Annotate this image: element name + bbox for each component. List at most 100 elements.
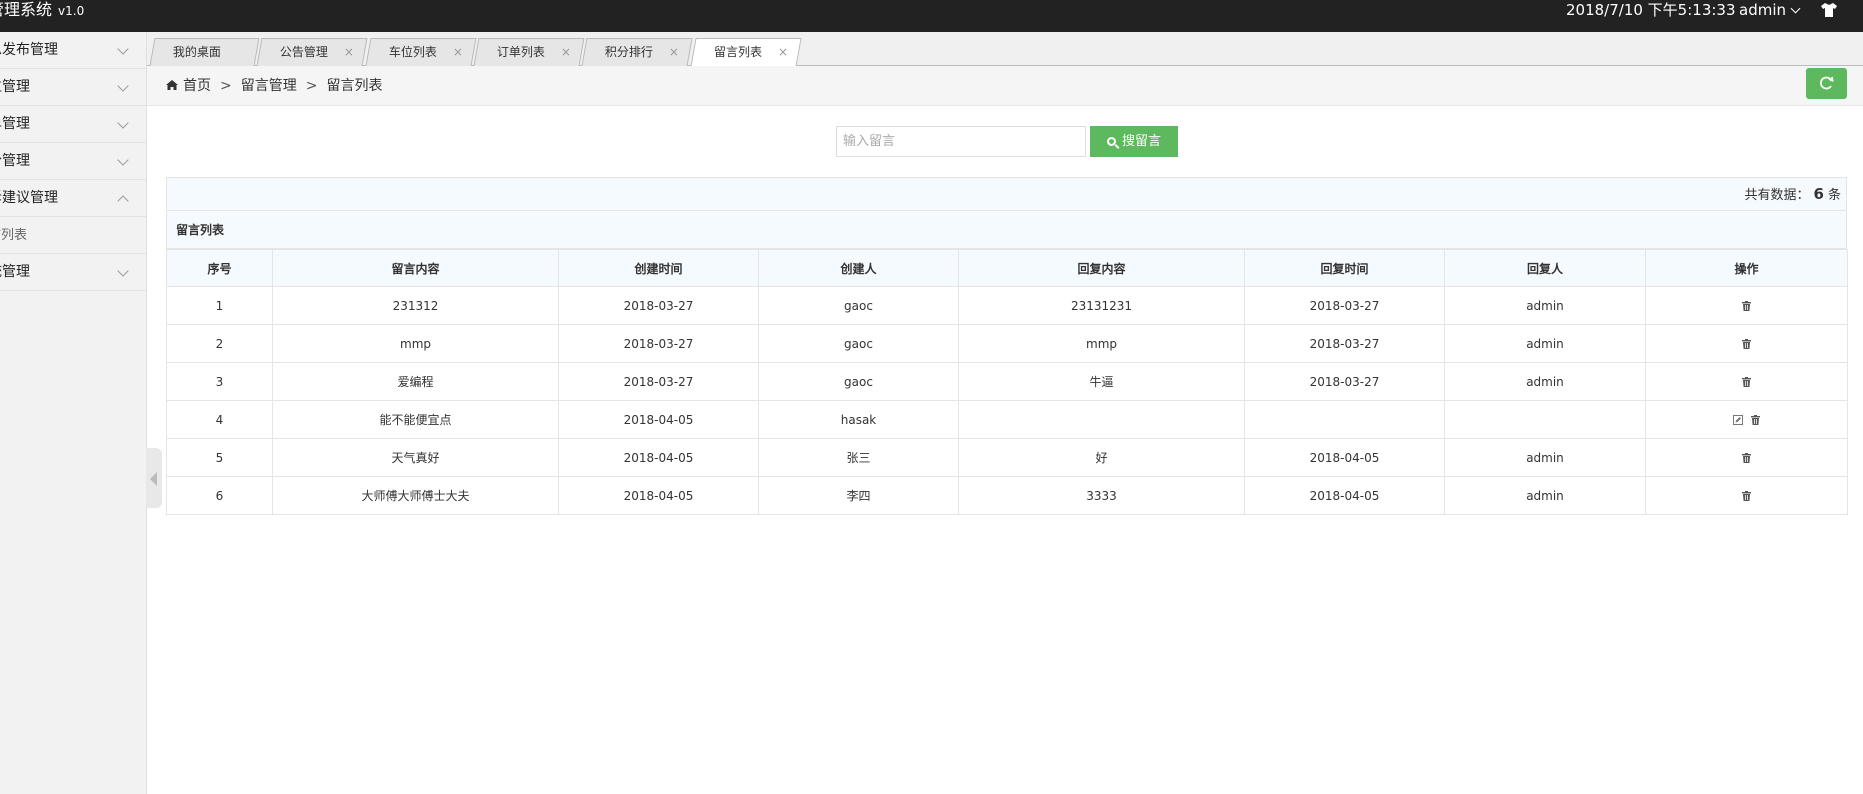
- cell-content: mmp: [272, 324, 559, 363]
- cell-id: 5: [166, 438, 273, 477]
- count-suffix: 条: [1827, 188, 1841, 203]
- trash-icon[interactable]: [1751, 415, 1760, 425]
- cell-reply-time: 2018-03-27: [1244, 286, 1445, 325]
- sidebar-item-label: 位管理: [0, 79, 30, 95]
- cell-reply: 好: [958, 438, 1245, 477]
- breadcrumb: 首页 > 留言管理 > 留言列表: [166, 66, 382, 106]
- tab-parking-list[interactable]: 车位列表 ×: [365, 38, 477, 66]
- cell-creator: 张三: [758, 438, 959, 477]
- chevron-down-icon: [117, 265, 129, 277]
- chevron-up-icon: [117, 195, 129, 207]
- sidebar-item-info-publish[interactable]: 息发布管理: [0, 32, 146, 69]
- sidebar-item-label: 诉建议管理: [0, 190, 58, 206]
- cell-content: 231312: [272, 286, 559, 325]
- breadcrumb-home[interactable]: 首页: [183, 78, 211, 94]
- tab-notice[interactable]: 公告管理 ×: [256, 38, 368, 66]
- tab-message-list[interactable]: 留言列表 ×: [690, 38, 802, 67]
- user-menu[interactable]: admin: [1739, 0, 1801, 20]
- tshirt-icon[interactable]: [1820, 2, 1838, 18]
- sidebar-item-parking[interactable]: 位管理: [0, 69, 146, 106]
- sidebar-item-complaints[interactable]: 诉建议管理: [0, 180, 146, 217]
- col-header: 操作: [1645, 249, 1848, 287]
- close-icon[interactable]: ×: [561, 39, 571, 66]
- col-header: 留言内容: [272, 249, 559, 287]
- close-icon[interactable]: ×: [344, 39, 354, 66]
- cell-reply-time: [1244, 400, 1445, 439]
- sidebar-item-system[interactable]: 统管理: [0, 254, 146, 291]
- app-logo[interactable]: 管理系统 v1.0: [0, 0, 84, 21]
- sidebar-item-label: 单管理: [0, 116, 30, 132]
- search-button-label: 搜留言: [1121, 134, 1161, 149]
- app-title: 管理系统: [0, 0, 53, 19]
- table-row: 2 mmp 2018-03-27 gaoc mmp 2018-03-27 admin: [166, 324, 1848, 363]
- sidebar-item-label: 统管理: [0, 264, 30, 280]
- cell-created: 2018-03-27: [558, 362, 759, 401]
- sidebar-subitem-message-list[interactable]: 言列表: [0, 217, 146, 254]
- cell-id: 4: [166, 400, 273, 439]
- count-bar: 共有数据： 6 条: [166, 177, 1847, 211]
- sidebar-item-label: 息发布管理: [0, 42, 58, 58]
- sidebar-item-orders[interactable]: 单管理: [0, 106, 146, 143]
- col-header: 回复内容: [958, 249, 1245, 287]
- trash-icon[interactable]: [1742, 491, 1751, 501]
- chevron-down-icon: [117, 43, 129, 55]
- breadcrumb-bar: 首页 > 留言管理 > 留言列表: [147, 66, 1863, 106]
- col-header: 序号: [166, 249, 273, 287]
- close-icon[interactable]: ×: [669, 39, 679, 66]
- count-value: 6: [1813, 185, 1824, 203]
- tab-order-list[interactable]: 订单列表 ×: [473, 38, 585, 66]
- trash-icon[interactable]: [1742, 453, 1751, 463]
- table-row: 5 天气真好 2018-04-05 张三好 2018-04-05 admin: [166, 438, 1848, 477]
- breadcrumb-separator: >: [220, 78, 232, 94]
- refresh-button[interactable]: [1806, 68, 1847, 99]
- tab-points-rank[interactable]: 积分排行 ×: [581, 38, 693, 66]
- datetime-display: 2018/7/10 下午5:13:33: [1566, 1, 1736, 19]
- search-button[interactable]: 搜留言: [1090, 126, 1178, 157]
- breadcrumb-level1[interactable]: 留言管理: [241, 78, 297, 94]
- cell-created: 2018-03-27: [558, 324, 759, 363]
- cell-created: 2018-03-27: [558, 286, 759, 325]
- col-header: 回复时间: [1244, 249, 1445, 287]
- sidebar-collapse-handle[interactable]: [146, 448, 162, 508]
- table-row: 6 大师傅大师傅士大夫 2018-04-05 李四 3333 2018-04-05 admi…: [166, 476, 1848, 515]
- chevron-down-icon: [1790, 3, 1801, 14]
- tab-desktop[interactable]: 我的桌面: [149, 38, 260, 66]
- cell-reply: [958, 400, 1245, 439]
- cell-actions: [1645, 476, 1848, 515]
- close-icon[interactable]: ×: [778, 39, 788, 66]
- cell-created: 2018-04-05: [558, 438, 759, 477]
- trash-icon[interactable]: [1742, 339, 1751, 349]
- chevron-down-icon: [117, 154, 129, 166]
- cell-actions: [1645, 286, 1848, 325]
- cell-actions: [1645, 324, 1848, 363]
- table-row: 4 能不能便宜点 2018-04-05 hasak: [166, 400, 1848, 439]
- cell-content: 爱编程: [272, 362, 559, 401]
- chevron-down-icon: [117, 80, 129, 92]
- cell-reply: 牛逼: [958, 362, 1245, 401]
- cell-content: 能不能便宜点: [272, 400, 559, 439]
- trash-icon[interactable]: [1742, 377, 1751, 387]
- record-count: 共有数据： 6 条: [1745, 178, 1841, 212]
- table-row: 3 爱编程 2018-03-27 gaoc 牛逼 2018-03-27 admin: [166, 362, 1848, 401]
- table-header-row: 序号 留言内容 创建时间 创建人 回复内容 回复时间 回复人 操作: [166, 249, 1848, 287]
- sidebar-item-points[interactable]: 分管理: [0, 143, 146, 180]
- cell-reply-time: 2018-03-27: [1244, 362, 1445, 401]
- cell-reply: mmp: [958, 324, 1245, 363]
- cell-id: 3: [166, 362, 273, 401]
- cell-reply-time: 2018-04-05: [1244, 438, 1445, 477]
- cell-actions: [1645, 400, 1848, 439]
- trash-icon[interactable]: [1742, 301, 1751, 311]
- cell-creator: gaoc: [758, 324, 959, 363]
- search-input[interactable]: [836, 126, 1086, 157]
- sidebar-item-label: 分管理: [0, 153, 30, 169]
- search-icon: [1106, 137, 1116, 146]
- cell-replier: admin: [1444, 286, 1646, 325]
- table-row: 1 231312 2018-03-27 gaoc 23131231 2018-03-27 a…: [166, 286, 1848, 325]
- edit-icon[interactable]: [1733, 415, 1743, 425]
- tab-label: 我的桌面: [172, 45, 221, 59]
- cell-reply: 3333: [958, 476, 1245, 515]
- cell-actions: [1645, 362, 1848, 401]
- close-icon[interactable]: ×: [453, 39, 463, 66]
- cell-creator: gaoc: [758, 362, 959, 401]
- cell-replier: admin: [1444, 362, 1646, 401]
